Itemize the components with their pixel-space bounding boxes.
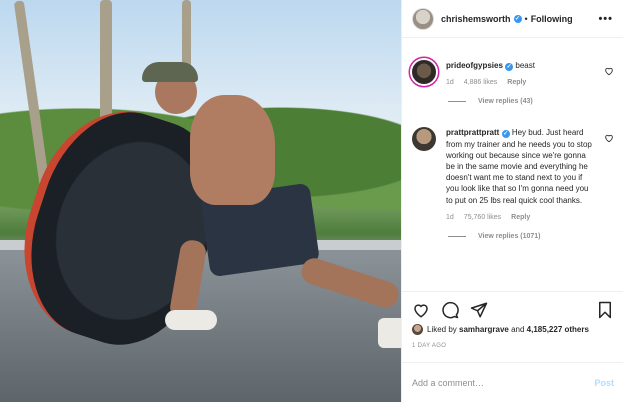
person-cap (142, 62, 198, 82)
more-icon[interactable]: ••• (598, 13, 613, 25)
comment-meta: 1d 4,886 likes Reply (446, 77, 596, 88)
comment-age: 1d (446, 213, 454, 221)
view-replies-label: View replies (43) (478, 98, 533, 106)
reply-button[interactable]: Reply (507, 77, 526, 88)
bookmark-icon[interactable] (596, 301, 614, 319)
person-shoe (165, 310, 217, 330)
verified-icon: ✓ (505, 63, 514, 71)
comment-item: prattprattpratt ✓ Hey bud. Just heard fr… (412, 127, 614, 223)
post-header: chrishemsworth ✓ • Following ••• (402, 0, 623, 38)
commenter-username[interactable]: prattprattpratt (446, 128, 499, 137)
comment-heart-icon[interactable] (604, 66, 614, 76)
post-comment-button[interactable]: Post (594, 378, 614, 388)
post-sidebar: chrishemsworth ✓ • Following ••• prideof… (401, 0, 623, 402)
author-avatar[interactable] (412, 7, 434, 30)
view-replies-button[interactable]: View replies (1071) (448, 233, 614, 240)
comments-list[interactable]: prideofgypsies ✓ beast 1d 4,886 likes Re… (402, 39, 623, 291)
comment-heart-icon[interactable] (604, 133, 614, 143)
commenter-username[interactable]: prideofgypsies (446, 61, 503, 70)
comment-body: prideofgypsies ✓ beast 1d 4,886 likes Re… (446, 60, 596, 88)
liked-by-and: and (511, 325, 525, 334)
post-time[interactable]: 1 DAY AGO (412, 343, 614, 349)
liked-by-count[interactable]: 4,185,227 others (527, 325, 589, 334)
likes-summary: Liked by samhargrave and 4,185,227 other… (412, 324, 614, 335)
comment-text: Hey bud. Just heard from my trainer and … (446, 128, 592, 205)
comment-meta: 1d 75,760 likes Reply (446, 212, 596, 223)
author-username[interactable]: chrishemsworth (441, 14, 511, 24)
verified-icon: ✓ (513, 14, 522, 23)
person-torso (190, 95, 275, 205)
person-shoe (378, 318, 401, 348)
comment-text: beast (515, 61, 535, 70)
comment-age: 1d (446, 79, 454, 87)
share-icon[interactable] (470, 301, 488, 319)
view-replies-button[interactable]: View replies (43) (448, 98, 614, 105)
comment-composer: Post (402, 362, 623, 402)
heart-icon[interactable] (412, 301, 430, 319)
commenter-avatar[interactable] (412, 127, 436, 152)
comment-item: prideofgypsies ✓ beast 1d 4,886 likes Re… (412, 60, 614, 88)
comment-likes[interactable]: 75,760 likes (464, 212, 501, 223)
separator-dot: • (524, 13, 528, 24)
liker-avatar[interactable] (412, 324, 423, 335)
comment-input[interactable] (412, 377, 572, 388)
liked-by-prefix: Liked by (427, 325, 457, 334)
replies-line (448, 101, 466, 103)
replies-line (448, 236, 466, 238)
liked-by-user[interactable]: samhargrave (459, 325, 509, 334)
verified-icon: ✓ (501, 130, 510, 139)
post-photo[interactable] (0, 0, 401, 402)
post-actions: Liked by samhargrave and 4,185,227 other… (402, 291, 623, 349)
reply-button[interactable]: Reply (511, 212, 530, 223)
author-username-wrap: chrishemsworth ✓ (441, 14, 522, 24)
commenter-avatar[interactable] (412, 60, 436, 84)
comment-likes[interactable]: 4,886 likes (464, 77, 497, 88)
action-icons (412, 300, 614, 320)
view-replies-label: View replies (1071) (478, 233, 541, 241)
comment-icon[interactable] (441, 301, 459, 319)
following-button[interactable]: Following (531, 14, 573, 24)
comment-body: prattprattpratt ✓ Hey bud. Just heard fr… (446, 127, 596, 223)
